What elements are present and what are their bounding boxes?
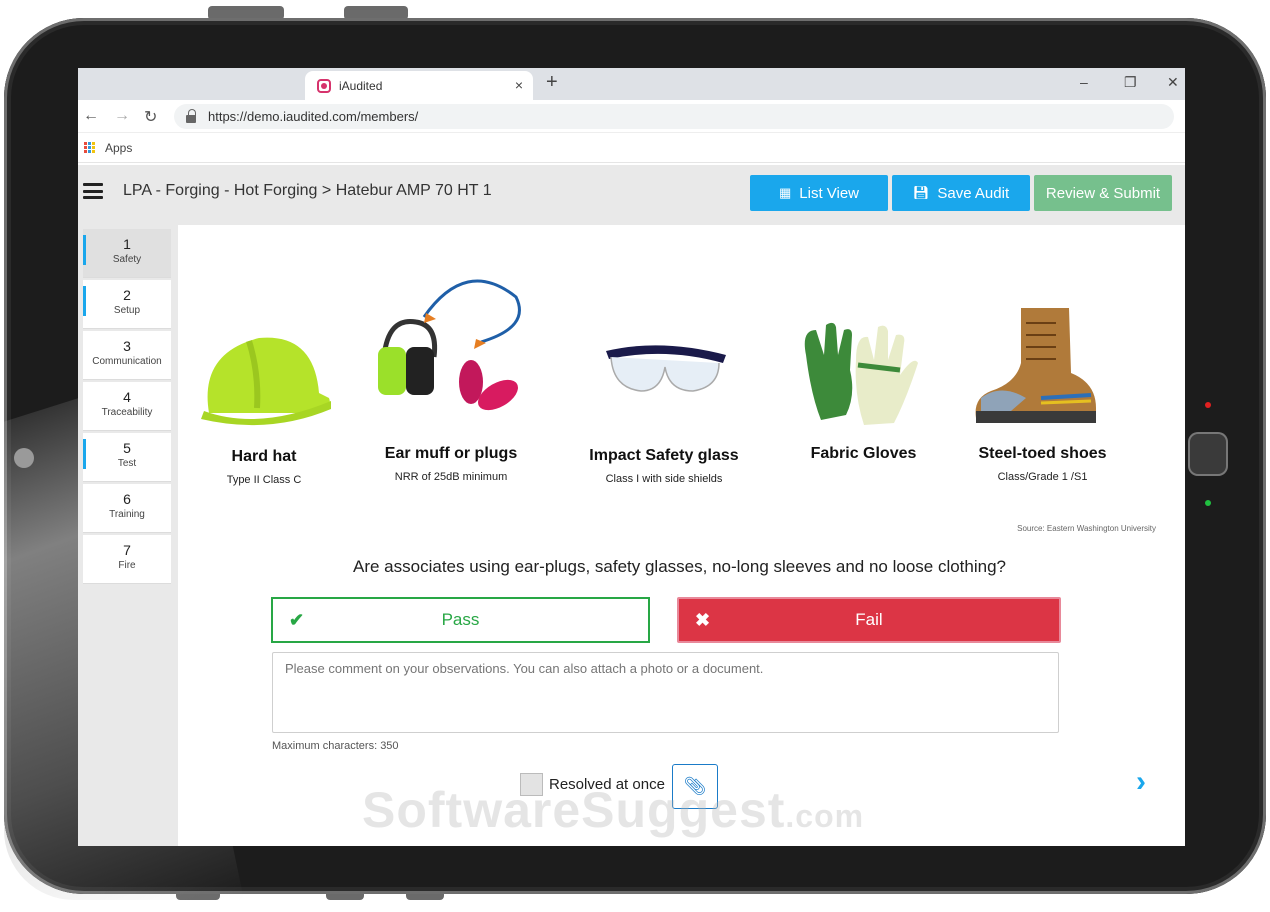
ppe-spec: NRR of 25dB minimum xyxy=(394,471,508,483)
step-number: 7 xyxy=(123,542,131,558)
step-indicator xyxy=(83,286,86,316)
save-audit-label: Save Audit xyxy=(937,184,1010,202)
browser-toolbar: ← → ↻ https://demo.iaudited.com/members/ xyxy=(78,100,1185,133)
step-number: 2 xyxy=(123,287,131,303)
watermark-main: SoftwareSuggest xyxy=(362,782,786,838)
step-label: Communication xyxy=(92,356,162,367)
apps-grid-icon[interactable] xyxy=(84,142,95,153)
safety-glasses-icon xyxy=(606,345,726,392)
step-label: Test xyxy=(117,458,137,469)
steel-toe-boot-icon xyxy=(975,308,1096,423)
ear-muff-icon xyxy=(378,279,521,411)
step-safety[interactable]: 1 Safety xyxy=(83,229,171,278)
save-audit-button[interactable]: 💾︎ Save Audit xyxy=(892,175,1030,211)
hard-hat-icon xyxy=(201,337,331,426)
tablet-home-button[interactable] xyxy=(1188,432,1228,476)
bookmarks-bar: Apps xyxy=(78,133,1185,163)
page-title: LPA - Forging - Hot Forging > Hatebur AM… xyxy=(123,182,492,199)
step-number: 5 xyxy=(123,440,131,456)
list-view-button[interactable]: ▦ List View xyxy=(750,175,888,211)
ppe-name: Ear muff or plugs xyxy=(384,445,518,462)
comment-field[interactable] xyxy=(272,652,1059,733)
browser-tabstrip: iAudited × + – ❐ ✕ xyxy=(78,68,1185,100)
minimize-icon[interactable]: – xyxy=(1080,74,1088,90)
bookmark-apps[interactable]: Apps xyxy=(105,141,132,155)
ppe-gloves: Fabric Gloves xyxy=(791,445,936,463)
scene: iAudited × + – ❐ ✕ ← → ↻ https://demo.ia… xyxy=(0,0,1270,912)
ppe-hard-hat: Hard hat Type II Class C xyxy=(199,448,329,486)
iaudited-favicon-icon xyxy=(317,78,331,93)
back-icon[interactable]: ← xyxy=(83,107,99,125)
step-test[interactable]: 5 Test xyxy=(83,433,171,482)
image-source-credit: Source: Eastern Washington University xyxy=(1017,524,1156,533)
tab-close-icon[interactable]: × xyxy=(515,77,523,93)
tablet-side-knob xyxy=(14,448,34,468)
grid-icon: ▦ xyxy=(778,185,792,200)
watermark: SoftwareSuggest.com xyxy=(362,781,864,839)
forward-icon[interactable]: → xyxy=(114,107,130,125)
tab-title: iAudited xyxy=(339,78,383,93)
ppe-steel-toed-shoes: Steel-toed shoes Class/Grade 1 /S1 xyxy=(960,445,1125,483)
step-number: 1 xyxy=(123,236,131,252)
step-indicator xyxy=(83,439,86,469)
step-number: 4 xyxy=(123,389,131,405)
fail-button[interactable]: ✖ Fail xyxy=(677,597,1061,643)
lock-icon xyxy=(186,108,196,123)
checkmark-icon: ✔ xyxy=(289,609,305,630)
fail-label: Fail xyxy=(855,610,883,629)
maximize-icon[interactable]: ❐ xyxy=(1124,74,1137,91)
pass-label: Pass xyxy=(441,610,480,629)
step-number: 3 xyxy=(123,338,131,354)
new-tab-icon[interactable]: + xyxy=(546,71,558,94)
step-traceability[interactable]: 4 Traceability xyxy=(83,382,171,431)
reload-icon[interactable]: ↻ xyxy=(144,107,157,127)
step-label: Safety xyxy=(112,254,142,265)
review-submit-label: Review & Submit xyxy=(1045,184,1161,202)
audit-content: Hard hat Type II Class C Ear muff or plu… xyxy=(181,225,1178,846)
review-submit-button[interactable]: Review & Submit xyxy=(1034,175,1172,211)
ppe-name: Hard hat xyxy=(231,448,297,465)
ppe-name: Impact Safety glass xyxy=(589,447,739,464)
step-label: Fire xyxy=(118,560,136,571)
tablet-red-led xyxy=(1205,402,1211,408)
step-communication[interactable]: 3 Communication xyxy=(83,331,171,380)
ppe-name: Fabric Gloves xyxy=(810,445,917,462)
step-label: Traceability xyxy=(101,407,153,418)
watermark-suffix: .com xyxy=(785,798,865,834)
steps-sidebar: 1 Safety 2 Setup 3 Communication 4 Trace… xyxy=(78,225,178,846)
ppe-safety-glass: Impact Safety glass Class I with side sh… xyxy=(574,447,754,485)
step-label: Training xyxy=(109,509,145,520)
window-close-icon[interactable]: ✕ xyxy=(1167,74,1179,91)
x-mark-icon: ✖ xyxy=(695,609,711,630)
ppe-spec: Type II Class C xyxy=(226,474,302,486)
step-setup[interactable]: 2 Setup xyxy=(83,280,171,329)
hamburger-menu-icon[interactable] xyxy=(83,183,103,199)
url-text: https://demo.iaudited.com/members/ xyxy=(208,109,419,124)
ppe-name: Steel-toed shoes xyxy=(978,445,1107,462)
step-training[interactable]: 6 Training xyxy=(83,484,171,533)
audit-question: Are associates using ear-plugs, safety g… xyxy=(353,557,1006,576)
next-chevron-icon[interactable]: › xyxy=(1136,765,1146,799)
browser-tab[interactable]: iAudited × xyxy=(305,71,533,100)
gloves-icon xyxy=(804,322,918,425)
ppe-ear-muff: Ear muff or plugs NRR of 25dB minimum xyxy=(366,445,536,483)
floppy-disk-icon: 💾︎ xyxy=(912,185,930,200)
app-header: LPA - Forging - Hot Forging > Hatebur AM… xyxy=(78,165,1185,225)
max-characters-note: Maximum characters: 350 xyxy=(272,740,399,752)
pass-button[interactable]: ✔ Pass xyxy=(271,597,650,643)
tablet-green-led xyxy=(1205,500,1211,506)
screen: iAudited × + – ❐ ✕ ← → ↻ https://demo.ia… xyxy=(78,68,1185,846)
ppe-spec: Class/Grade 1 /S1 xyxy=(997,471,1088,483)
list-view-label: List View xyxy=(799,184,860,202)
address-bar[interactable]: https://demo.iaudited.com/members/ xyxy=(174,104,1174,129)
step-fire[interactable]: 7 Fire xyxy=(83,535,171,584)
active-step-indicator xyxy=(83,235,86,265)
step-number: 6 xyxy=(123,491,131,507)
step-label: Setup xyxy=(113,305,141,316)
ppe-spec: Class I with side shields xyxy=(605,473,723,485)
